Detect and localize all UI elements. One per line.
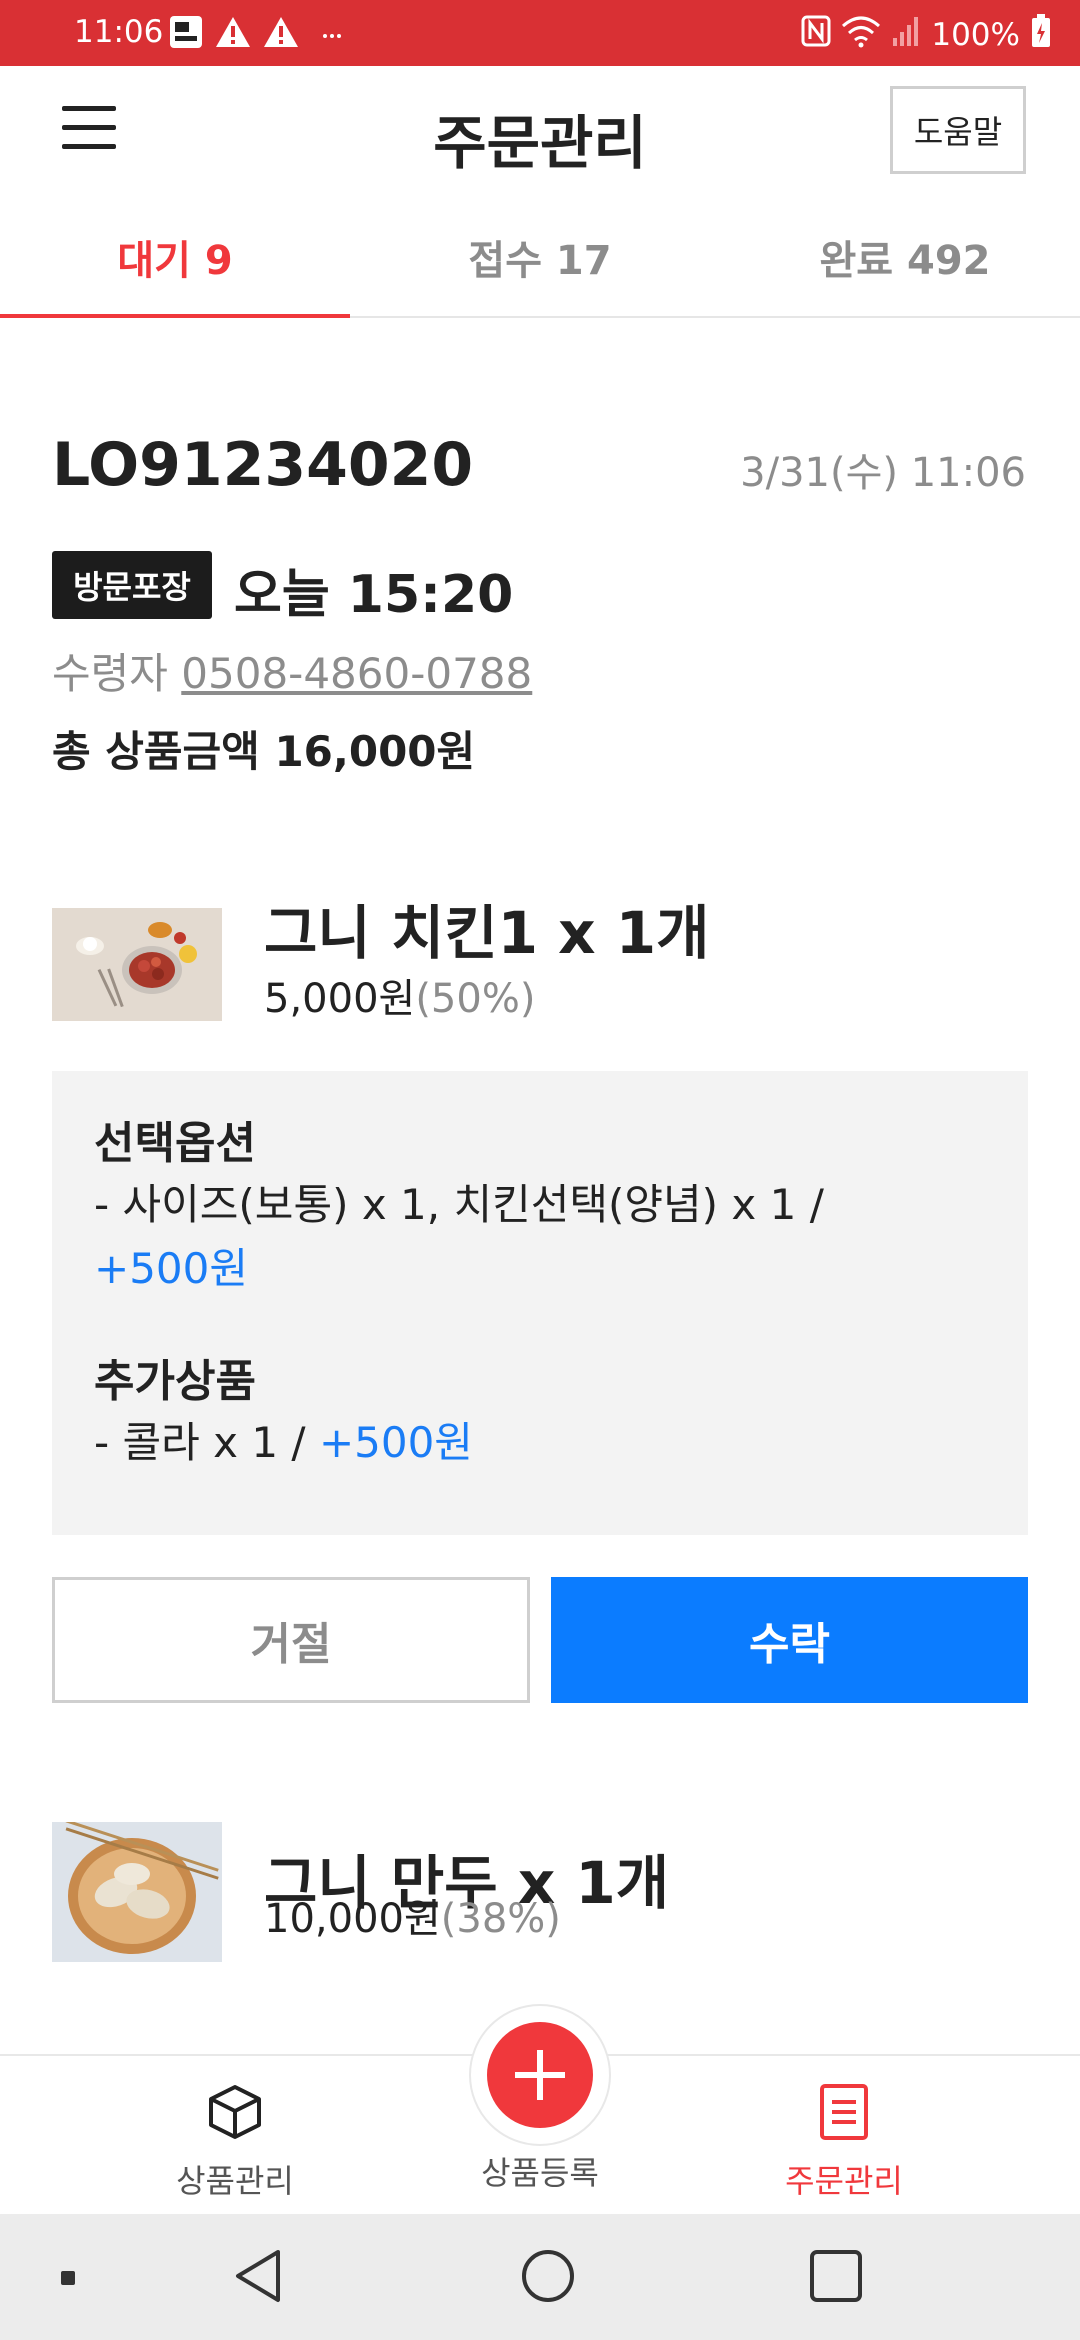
warning-icon bbox=[262, 14, 300, 50]
addons-text: - 콜라 x 1 / bbox=[94, 1418, 306, 1467]
options-detail: - 사이즈(보통) x 1, 치킨선택(양념) x 1 / +500원 bbox=[94, 1173, 986, 1301]
app-notification-icon bbox=[168, 14, 204, 50]
nav-label: 주문관리 bbox=[785, 2162, 903, 2200]
tab-accepted[interactable]: 접수 17 bbox=[365, 196, 715, 318]
tab-completed[interactable]: 완료 492 bbox=[730, 196, 1080, 318]
addons-title: 추가상품 bbox=[94, 1356, 256, 1407]
reject-button[interactable]: 거절 bbox=[52, 1577, 530, 1703]
options-title: 선택옵션 bbox=[94, 1118, 256, 1169]
plus-icon bbox=[515, 2050, 565, 2100]
price-amount: 5,000원 bbox=[264, 976, 416, 1022]
home-icon[interactable] bbox=[520, 2248, 576, 2308]
app-bar: 주문관리 도움말 bbox=[0, 66, 1080, 196]
more-icon bbox=[322, 14, 342, 50]
accept-button[interactable]: 수락 bbox=[551, 1577, 1028, 1703]
recipient-label: 수령자 bbox=[52, 649, 168, 698]
pickup-time: 오늘 15:20 bbox=[234, 565, 514, 625]
order-total: 총 상품금액 16,000원 bbox=[52, 727, 476, 776]
tab-waiting[interactable]: 대기 9 bbox=[0, 196, 350, 318]
help-button[interactable]: 도움말 bbox=[890, 86, 1026, 174]
system-navigation-bar bbox=[0, 2214, 1080, 2340]
nav-product-management[interactable]: 상품관리 bbox=[105, 2056, 365, 2216]
wifi-icon bbox=[841, 14, 881, 56]
options-extra-price: +500원 bbox=[94, 1244, 248, 1293]
nfc-icon bbox=[801, 14, 831, 56]
product-price: 5,000원(50%) bbox=[264, 966, 535, 1024]
chicken-product-image bbox=[52, 908, 222, 1021]
product-price: 10,000원(38%) bbox=[264, 1886, 561, 1944]
recipient-info: 수령자 0508-4860-0788 bbox=[52, 640, 532, 701]
recent-dot-icon bbox=[60, 2270, 76, 2290]
overview-icon[interactable] bbox=[808, 2248, 864, 2308]
nav-order-management[interactable]: 주문관리 bbox=[714, 2056, 974, 2216]
battery-icon bbox=[1030, 13, 1052, 57]
nav-label: 상품등록 bbox=[481, 2154, 599, 2192]
signal-icon bbox=[891, 14, 921, 56]
addons-extra-price: +500원 bbox=[318, 1418, 473, 1467]
box-icon bbox=[205, 2082, 265, 2142]
discount-rate: (50%) bbox=[415, 976, 536, 1022]
product-options-box: 선택옵션 - 사이즈(보통) x 1, 치킨선택(양념) x 1 / +500원… bbox=[52, 1071, 1028, 1535]
nav-label: 상품관리 bbox=[176, 2162, 294, 2200]
dumpling-product-image bbox=[52, 1822, 222, 1962]
price-amount: 10,000원 bbox=[264, 1896, 441, 1942]
active-tab-indicator bbox=[0, 314, 350, 318]
back-icon[interactable] bbox=[232, 2246, 284, 2310]
addons-detail: - 콜라 x 1 / +500원 bbox=[94, 1411, 986, 1475]
order-id: LO91234020 bbox=[52, 430, 474, 500]
order-status-tabs: 대기 9 접수 17 완료 492 bbox=[0, 196, 1080, 318]
discount-rate: (38%) bbox=[440, 1896, 561, 1942]
battery-percent: 100% bbox=[931, 17, 1020, 53]
recipient-phone-link[interactable]: 0508-4860-0788 bbox=[181, 649, 532, 698]
product-name: 그니 치킨1 x 1개 bbox=[264, 899, 710, 967]
status-bar: 11:06 100% bbox=[0, 0, 1080, 66]
order-date: 3/31(수) 11:06 bbox=[740, 450, 1026, 496]
add-product-button[interactable] bbox=[487, 2022, 593, 2128]
order-list-icon bbox=[814, 2082, 874, 2142]
status-time: 11:06 bbox=[74, 14, 164, 50]
options-text: - 사이즈(보통) x 1, 치킨선택(양념) x 1 / bbox=[94, 1180, 824, 1229]
order-type-badge: 방문포장 bbox=[52, 551, 212, 619]
warning-icon bbox=[214, 14, 252, 50]
